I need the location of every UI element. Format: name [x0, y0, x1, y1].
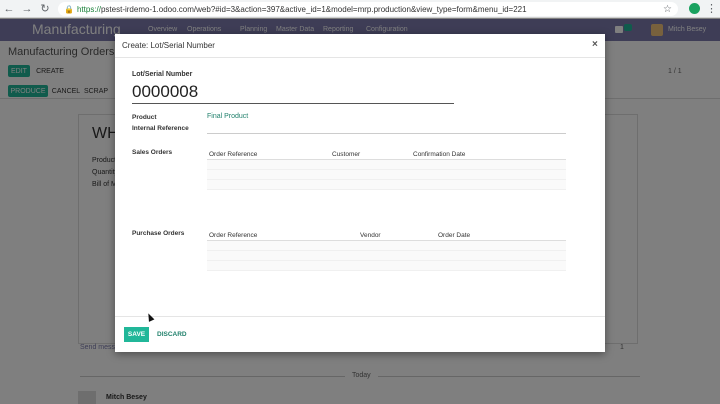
purchase-orders-label: Purchase Orders: [132, 230, 185, 237]
dialog-footer: SAVE DISCARD: [115, 316, 605, 352]
table-row: [207, 160, 566, 170]
column-customer[interactable]: Customer: [332, 151, 360, 158]
product-label: Product: [132, 114, 157, 121]
column-confirmation-date[interactable]: Confirmation Date: [413, 151, 465, 158]
product-link[interactable]: Final Product: [207, 113, 248, 120]
sales-orders-table: Order Reference Customer Confirmation Da…: [207, 149, 566, 190]
discard-button[interactable]: DISCARD: [157, 331, 187, 338]
column-order-date[interactable]: Order Date: [438, 232, 470, 239]
kebab-menu-icon[interactable]: ⋮: [706, 2, 717, 16]
lot-serial-label: Lot/Serial Number: [132, 71, 193, 78]
save-button[interactable]: SAVE: [124, 327, 149, 342]
close-icon[interactable]: ×: [592, 39, 598, 50]
table-row: [207, 241, 566, 251]
internal-reference-input[interactable]: [207, 123, 566, 134]
column-order-reference[interactable]: Order Reference: [209, 151, 257, 158]
reload-icon[interactable]: ↻: [36, 0, 54, 18]
dialog-title: Create: Lot/Serial Number: [122, 41, 215, 50]
column-vendor[interactable]: Vendor: [360, 232, 381, 239]
lock-icon: 🔒: [64, 4, 74, 14]
dialog-header: Create: Lot/Serial Number ×: [115, 34, 605, 58]
table-row: [207, 251, 566, 261]
table-row: [207, 180, 566, 190]
internal-reference-label: Internal Reference: [132, 125, 189, 132]
arrow-right-icon[interactable]: →: [18, 0, 36, 18]
url-text: pstest-irdemo-1.odoo.com/web?#id=3&actio…: [100, 4, 527, 14]
star-icon[interactable]: ☆: [663, 4, 672, 15]
table-row: [207, 261, 566, 271]
purchase-orders-table: Order Reference Vendor Order Date: [207, 230, 566, 271]
table-header: Order Reference Customer Confirmation Da…: [207, 149, 566, 160]
arrow-left-icon[interactable]: ←: [0, 0, 18, 18]
url-scheme: https://: [76, 4, 101, 14]
sales-orders-label: Sales Orders: [132, 149, 173, 156]
extension-icon[interactable]: [689, 3, 700, 14]
browser-toolbar: ← → ↻ 🔒 https:// pstest-irdemo-1.odoo.co…: [0, 0, 720, 18]
column-order-reference[interactable]: Order Reference: [209, 232, 257, 239]
lot-serial-input[interactable]: [132, 80, 454, 104]
address-bar[interactable]: 🔒 https:// pstest-irdemo-1.odoo.com/web?…: [58, 2, 678, 16]
table-row: [207, 170, 566, 180]
table-header: Order Reference Vendor Order Date: [207, 230, 566, 241]
create-lot-dialog: Create: Lot/Serial Number × Lot/Serial N…: [115, 34, 605, 352]
